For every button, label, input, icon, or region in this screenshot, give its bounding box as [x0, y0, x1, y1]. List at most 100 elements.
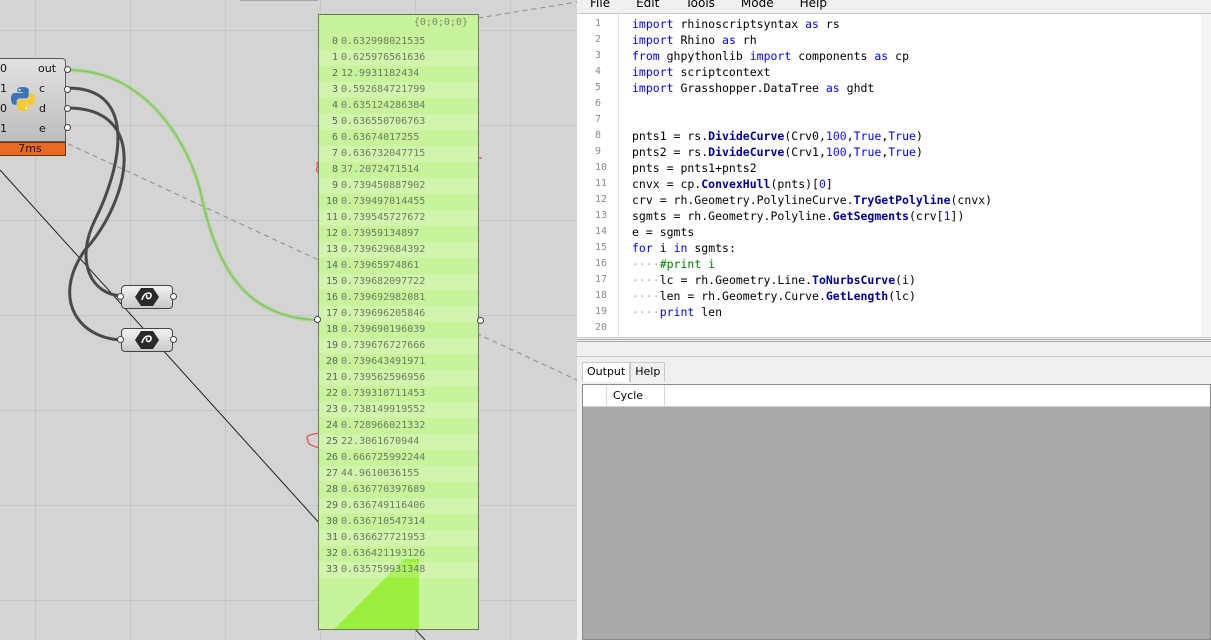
output-port-e[interactable]	[64, 124, 71, 131]
panel-row: 2 12.9931182434	[319, 66, 478, 82]
panel-row-index: 31	[325, 532, 338, 543]
menu-tools[interactable]: Tools	[672, 0, 728, 12]
editor-vertical-scrollbar[interactable]	[1201, 14, 1211, 337]
menu-edit[interactable]: Edit	[623, 0, 672, 12]
code-lines[interactable]: import rhinoscriptsyntax as rs import Rh…	[632, 16, 992, 336]
curve-param-2-output-port[interactable]	[170, 336, 177, 343]
line-number: 13	[595, 210, 608, 221]
panel-row-index: 19	[325, 340, 338, 351]
line-number: 14	[595, 226, 608, 237]
output-port-d[interactable]	[64, 105, 71, 112]
panel-row-index: 8	[331, 164, 338, 175]
panel-row: 6 0.63674017255	[319, 130, 478, 146]
curve-param-2[interactable]	[121, 328, 173, 352]
output-label-out: out	[38, 62, 57, 75]
panel-row-index: 7	[331, 148, 338, 159]
input-label-y: 1	[0, 82, 7, 95]
line-number: 4	[595, 66, 602, 77]
tab-help[interactable]: Help	[630, 362, 666, 382]
output-grid[interactable]: Cycle	[582, 384, 1211, 640]
code-line-12: crv = rh.Geometry.PolylineCurve.TryGetPo…	[632, 193, 993, 207]
panel-row-index: 24	[325, 420, 338, 431]
line-number: 12	[595, 194, 608, 205]
python-editor-window: File Edit Tools Mode Help 1 2 3 4 5 6 7 8 9 10 11 1…	[577, 0, 1211, 640]
line-number: 7	[595, 114, 602, 125]
panel-row-value: 44.9610036155	[341, 468, 420, 479]
curve-param-1-output-port[interactable]	[170, 293, 177, 300]
tab-output[interactable]: Output	[582, 362, 631, 382]
panel-row: 4 0.635124286384	[319, 98, 478, 114]
panel-row-value: 0.739562596956	[341, 372, 426, 383]
code-line-1: import rhinoscriptsyntax as rs	[632, 17, 840, 31]
panel-row-value: 0.625976561636	[341, 52, 426, 63]
pane-splitter[interactable]	[577, 339, 1211, 357]
panel-row-index: 26	[325, 452, 338, 463]
menu-mode[interactable]: Mode	[728, 0, 787, 12]
panel-row: 19 0.739676727666	[319, 338, 478, 354]
line-number: 1	[595, 18, 602, 29]
panel-row-value: 0.636710547314	[341, 516, 426, 527]
panel-row-value: 0.739696205846	[341, 308, 426, 319]
panel-row-index: 18	[325, 324, 338, 335]
panel-row-value: 0.592684721799	[341, 84, 426, 95]
panel-row-index: 4	[331, 100, 338, 111]
grasshopper-canvas[interactable]: 0 1 0 1 out c d e 7ms {0;0;0;0} 0 0.6329…	[0, 0, 577, 640]
panel-row: 17 0.739696205846	[319, 306, 478, 322]
panel-row-index: 20	[325, 356, 338, 367]
panel-row-index: 13	[325, 244, 338, 255]
panel-row-value: 0.73965974861	[341, 260, 420, 271]
panel-row-index: 15	[325, 276, 338, 287]
output-label-c: c	[39, 82, 46, 95]
panel-row: 10 0.739497014455	[319, 194, 478, 210]
column-header-cycle[interactable]: Cycle	[607, 385, 665, 407]
panel-row-value: 22.3061670944	[341, 436, 420, 447]
panel-row-index: 14	[325, 260, 338, 271]
panel-output-port[interactable]	[477, 317, 484, 324]
panel-row-index: 2	[331, 68, 338, 79]
line-number: 8	[595, 130, 602, 141]
panel-row-index: 25	[325, 436, 338, 447]
code-line-11: cnvx = cp.ConvexHull(pnts)[0]	[632, 177, 833, 191]
panel-row-value: 0.728966021332	[341, 420, 426, 431]
curve-param-2-input-port[interactable]	[117, 336, 124, 343]
output-port-out[interactable]	[64, 66, 71, 73]
data-panel[interactable]: {0;0;0;0} 0 0.632998021535 1 0.625976561636…	[318, 14, 479, 630]
menu-file[interactable]: File	[577, 0, 623, 12]
output-port-c[interactable]	[64, 86, 71, 93]
panel-row: 5 0.636550706763	[319, 114, 478, 130]
panel-row-index: 6	[331, 132, 338, 143]
menu-help[interactable]: Help	[787, 0, 840, 12]
panel-row: 25 22.3061670944	[319, 434, 478, 450]
panel-row-index: 27	[325, 468, 338, 479]
panel-row-index: 12	[325, 228, 338, 239]
panel-row: 11 0.739545727672	[319, 210, 478, 226]
panel-row-index: 33	[325, 564, 338, 575]
curve-param-1[interactable]	[121, 285, 173, 309]
panel-row-index: 23	[325, 404, 338, 415]
curve-param-1-input-port[interactable]	[117, 293, 124, 300]
panel-input-port[interactable]	[314, 316, 321, 323]
code-line-3: from ghpythonlib import components as cp	[632, 49, 909, 63]
panel-row: 8 37.2072471514	[319, 162, 478, 178]
code-line-5: import Grasshopper.DataTree as ghdt	[632, 81, 875, 95]
panel-row: 12 0.73959134897	[319, 226, 478, 242]
line-number: 18	[595, 290, 608, 301]
python-script-component[interactable]: 0 1 0 1 out c d e 7ms	[0, 58, 66, 156]
curve-hex-icon	[135, 331, 159, 349]
line-number: 10	[595, 162, 608, 173]
line-number: 17	[595, 274, 608, 285]
panel-row-value: 0.739692982081	[341, 292, 426, 303]
code-line-2: import Rhino as rh	[632, 33, 757, 47]
panel-row-value: 12.9931182434	[341, 68, 420, 79]
panel-row: 22 0.739310711453	[319, 386, 478, 402]
panel-row-value: 0.636732047715	[341, 148, 426, 159]
row-selector-header[interactable]	[583, 385, 607, 407]
line-number: 16	[595, 258, 608, 269]
code-editor[interactable]: 1 2 3 4 5 6 7 8 9 10 11 12 13 14 15 16 17 18 19 20 import r…	[577, 13, 1211, 338]
panel-row-index: 0	[331, 36, 338, 47]
panel-row-value: 0.738149919552	[341, 404, 426, 415]
code-line-10: pnts = pnts1+pnts2	[632, 161, 757, 175]
line-number: 15	[595, 242, 608, 253]
panel-row-index: 16	[325, 292, 338, 303]
